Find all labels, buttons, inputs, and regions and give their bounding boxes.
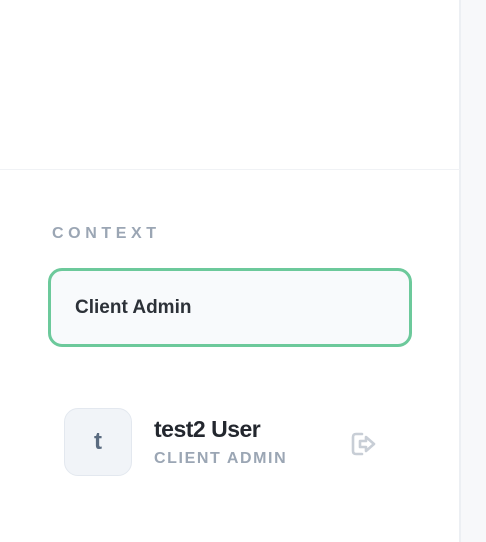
- context-section-label: CONTEXT: [52, 225, 161, 242]
- user-name: test2 User: [154, 416, 261, 442]
- context-selected-value: Client Admin: [75, 297, 192, 318]
- user-profile: t test2 User CLIENT ADMIN: [64, 408, 394, 478]
- app-window: CONTEXT Client Admin t test2 User CLIENT…: [0, 0, 486, 542]
- main-content-edge: [460, 0, 486, 542]
- logout-icon: [351, 432, 376, 456]
- context-select[interactable]: Client Admin: [48, 268, 412, 347]
- logout-button[interactable]: [344, 424, 384, 464]
- avatar: t: [64, 408, 132, 476]
- section-divider: [0, 169, 460, 170]
- user-role: CLIENT ADMIN: [154, 450, 288, 467]
